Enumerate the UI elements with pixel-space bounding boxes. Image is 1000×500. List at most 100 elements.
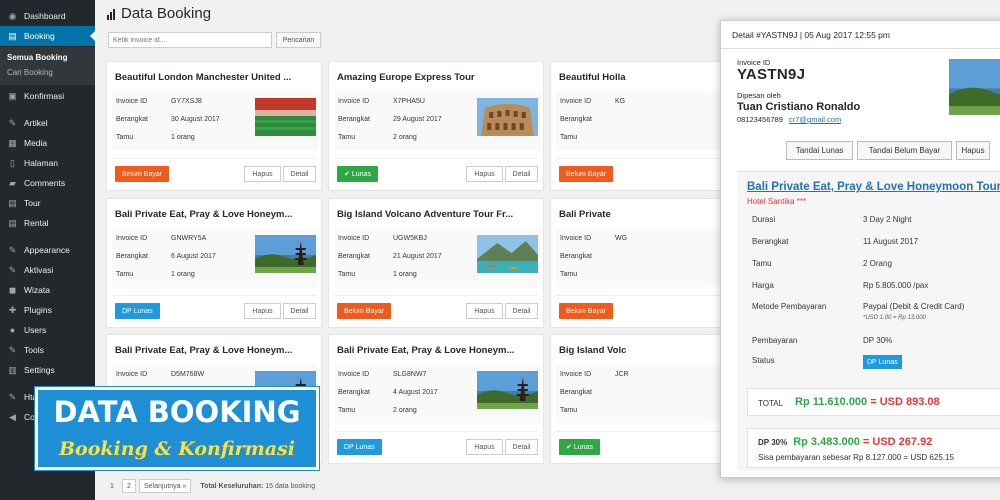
card-row-value: X7PHA5U — [393, 98, 425, 105]
chart-icon — [107, 8, 115, 20]
sidebar-item-label: Comments — [24, 178, 66, 188]
customer-phone: 08123456789 — [737, 115, 783, 124]
appearance-icon: ✎ — [8, 244, 17, 255]
submenu-item-semua-booking[interactable]: Semua Booking — [0, 50, 95, 65]
sidebar-item-tour[interactable]: ▤ Tour — [0, 193, 95, 213]
card-row-value: 29 August 2017 — [393, 116, 442, 123]
sidebar-item-label: Aktivasi — [24, 265, 54, 275]
detail-label: Berangkat — [752, 237, 789, 246]
tour-detail-box: Bali Private Eat, Pray & Love Honeymoon … — [737, 171, 1000, 471]
status-badge: DP Lunas — [337, 439, 382, 455]
dp-amount: DP 30% Rp 3.483.000 = USD 267.92 — [758, 436, 932, 448]
sidebar-item-appearance[interactable]: ✎ Appearance — [0, 240, 95, 260]
card-row-guests: Tamu — [560, 407, 615, 414]
sidebar-item-label: Settings — [24, 365, 55, 375]
card-divider — [334, 431, 538, 432]
booking-card: Big Island Volcano Adventure Tour Fr... I… — [328, 198, 544, 328]
sidebar-item-comments[interactable]: ▰ Comments — [0, 173, 95, 193]
sidebar-item-tools[interactable]: ✎ Tools — [0, 340, 95, 360]
sidebar-item-konfirmasi[interactable]: ▣ Konfirmasi — [0, 86, 95, 106]
sidebar-item-wizata[interactable]: ◼ Wizata — [0, 280, 95, 300]
card-title[interactable]: Bali Private Eat, Pray & Love Honeym... — [115, 345, 315, 356]
card-row-value: 1 orang — [171, 271, 195, 278]
delete-button[interactable]: Hapus — [466, 166, 503, 182]
status-badge-label: Lunas — [573, 443, 593, 451]
search-button[interactable]: Pencarian — [276, 32, 321, 48]
next-page-button[interactable]: Selanjutnya » — [139, 479, 192, 493]
customer-name: Tuan Cristiano Ronaldo — [737, 101, 861, 113]
card-row-invoice: Invoice ID UGW5KBJ — [338, 235, 427, 242]
check-icon: ✔ — [344, 171, 350, 178]
sidebar-item-booking[interactable]: ▤ Booking — [0, 26, 95, 46]
sidebar-item-users[interactable]: ● Users — [0, 320, 95, 340]
total-count-value: 15 data booking — [265, 482, 316, 490]
card-row-guests: Tamu 2 orang — [338, 407, 417, 414]
customer-email-link[interactable]: cr7@gmail.com — [789, 115, 841, 124]
card-row-invoice: Invoice ID GNWRY5A — [116, 235, 206, 242]
status-badge-label: Lunas — [351, 170, 371, 178]
card-title[interactable]: Amazing Europe Express Tour — [337, 72, 537, 83]
submenu-item-cari-booking[interactable]: Cari Booking — [0, 65, 95, 80]
sidebar-item-halaman[interactable]: ▯ Halaman — [0, 153, 95, 173]
dp-idr: Rp 3.483.000 — [793, 436, 860, 448]
search-input[interactable] — [108, 32, 272, 48]
tour-title-link[interactable]: Bali Private Eat, Pray & Love Honeymoon … — [747, 181, 1000, 193]
booking-card: Bali Private Eat, Pray & Love Honeym... I… — [328, 334, 544, 464]
sidebar-item-label: Plugins — [24, 305, 52, 315]
card-divider — [112, 295, 316, 296]
card-row-label: Invoice ID — [560, 98, 592, 105]
status-badge-label: Belum Bayar — [566, 170, 607, 178]
page-1-link[interactable]: 1 — [105, 479, 119, 493]
detail-button[interactable]: Detail — [283, 166, 316, 182]
card-title[interactable]: Bali Private Eat, Pray & Love Honeym... — [337, 345, 537, 356]
detail-button[interactable]: Detail — [505, 166, 538, 182]
mark-unpaid-button[interactable]: Tandai Belum Bayar — [857, 141, 952, 160]
status-badge: DP Lunas — [115, 303, 160, 319]
card-row-value: D5M768W — [171, 371, 205, 378]
status-badge: ✔ Lunas — [337, 166, 378, 182]
sidebar-item-label: Booking — [24, 31, 55, 41]
halaman-icon: ▯ — [10, 157, 15, 168]
card-divider — [334, 295, 538, 296]
card-title[interactable]: Beautiful London Manchester United ... — [115, 72, 315, 83]
media-icon: ▦ — [8, 137, 17, 148]
detail-label: Pembayaran — [752, 336, 798, 345]
delete-button[interactable]: Hapus — [244, 166, 281, 182]
detail-button[interactable]: Detail — [505, 439, 538, 455]
detail-button[interactable]: Detail — [505, 303, 538, 319]
tour-thumbnail — [949, 59, 1000, 115]
dp-label: DP 30% — [758, 438, 788, 447]
card-row-date: Berangkat — [560, 389, 615, 396]
card-title[interactable]: Bali Private Eat, Pray & Love Honeym... — [115, 209, 315, 220]
delete-button[interactable]: Hapus — [466, 303, 503, 319]
sidebar-item-aktivasi[interactable]: ✎ Aktivasi — [0, 260, 95, 280]
wizata-icon: ◼ — [8, 284, 17, 295]
detail-label: Durasi — [752, 215, 776, 224]
mark-paid-button[interactable]: Tandai Lunas — [786, 141, 853, 160]
card-row-label: Invoice ID — [116, 235, 148, 242]
konfirmasi-icon: ▣ — [8, 90, 17, 101]
delete-button[interactable]: Hapus — [466, 439, 503, 455]
card-row-label: Tamu — [560, 271, 578, 278]
sidebar-item-rental[interactable]: ▤ Rental — [0, 213, 95, 233]
card-row-date: Berangkat — [560, 116, 615, 123]
card-row-value: 21 August 2017 — [393, 253, 442, 260]
card-row-label: Invoice ID — [116, 371, 148, 378]
sidebar-item-media[interactable]: ▦ Media — [0, 133, 95, 153]
card-row-label: Tamu — [338, 407, 356, 414]
card-row-value: 2 orang — [393, 407, 417, 414]
delete-booking-button[interactable]: Hapus — [956, 141, 990, 160]
sidebar-item-artikel[interactable]: ✎ Artikel — [0, 113, 95, 133]
card-divider — [112, 158, 316, 159]
delete-button[interactable]: Hapus — [244, 303, 281, 319]
sidebar-item-settings[interactable]: ▥ Settings — [0, 360, 95, 380]
sidebar-item-dashboard[interactable]: ◉ Dashboard — [0, 6, 95, 26]
card-row-guests: Tamu 2 orang — [338, 134, 417, 141]
detail-button[interactable]: Detail — [283, 303, 316, 319]
page-2-link[interactable]: 2 — [122, 479, 136, 493]
card-row-invoice: Invoice ID WG — [560, 235, 627, 242]
card-row-label: Berangkat — [338, 389, 370, 396]
sidebar-item-label: Wizata — [24, 285, 50, 295]
card-title[interactable]: Big Island Volcano Adventure Tour Fr... — [337, 209, 537, 220]
sidebar-item-plugins[interactable]: ✚ Plugins — [0, 300, 95, 320]
